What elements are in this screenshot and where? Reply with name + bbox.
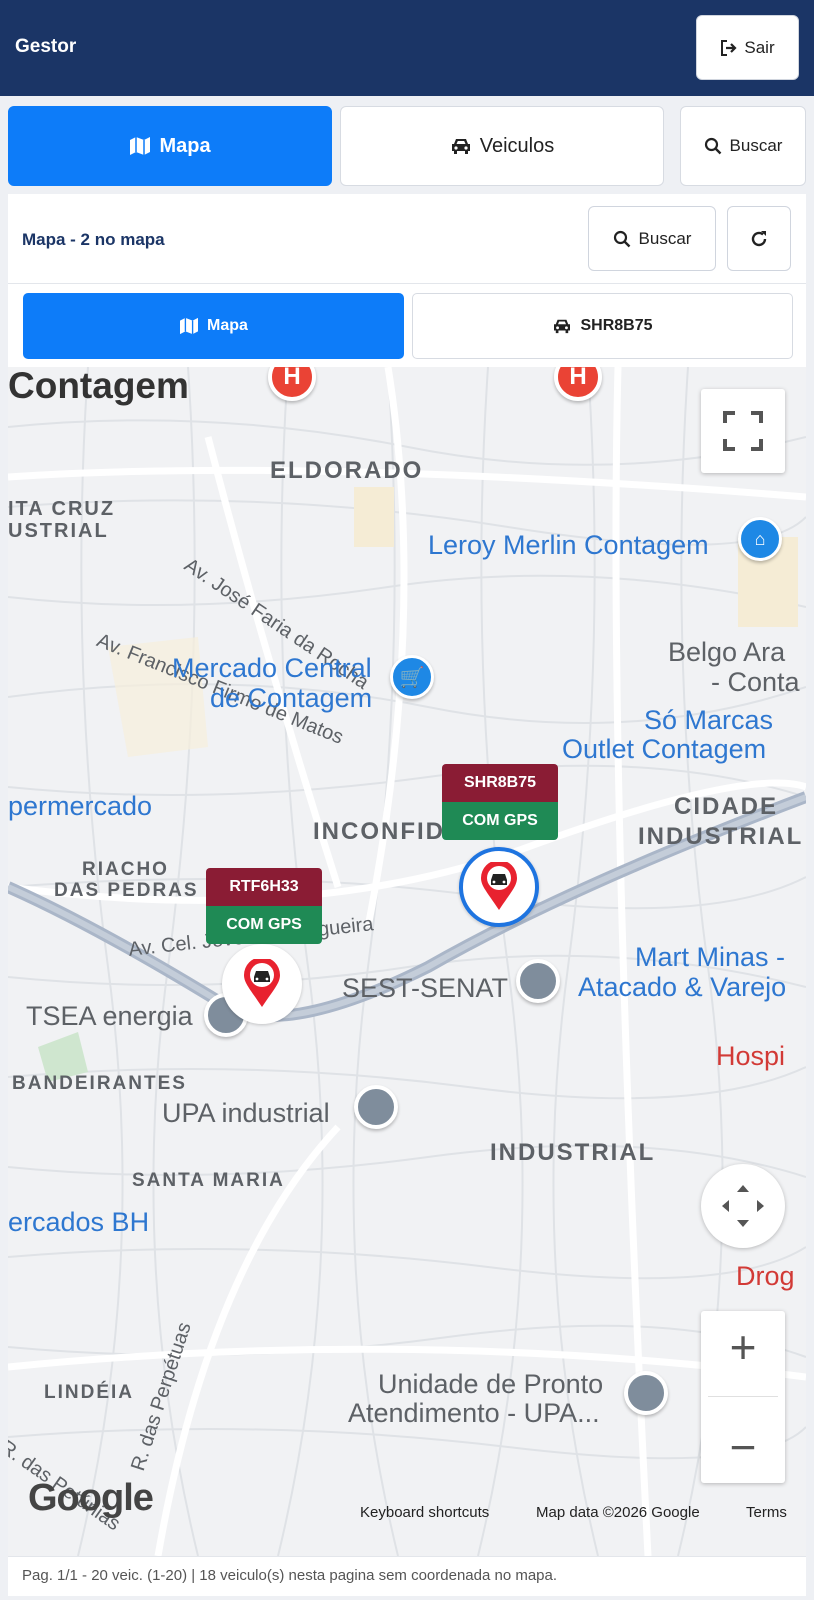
subtab-label: Mapa (207, 317, 248, 334)
zoom-divider (708, 1396, 778, 1398)
place-label: Mercado Central (172, 653, 372, 683)
subtab-label: SHR8B75 (580, 317, 653, 334)
place-pin-icon[interactable] (516, 959, 560, 1003)
fullscreen-icon (723, 411, 763, 451)
google-logo: Google (28, 1477, 154, 1519)
district-label: Contagem (8, 367, 189, 406)
pan-control-button[interactable] (701, 1164, 785, 1248)
car-icon (554, 319, 571, 334)
place-label: ercados BH (8, 1207, 150, 1237)
pagination-footer: Pag. 1/1 - 20 veic. (1-20) | 18 veiculo(… (8, 1556, 806, 1596)
vehicle-plate-tag[interactable]: SHR8B75 (442, 764, 558, 802)
search-label: Buscar (638, 228, 692, 248)
vehicle-gps-tag: COM GPS (442, 802, 558, 840)
terms-link[interactable]: Terms (746, 1504, 787, 1521)
logout-icon (721, 39, 737, 56)
map-icon (180, 317, 199, 335)
place-label: Belgo Ara (668, 637, 786, 667)
place-pin-icon[interactable] (354, 1085, 398, 1129)
car-pin-icon (244, 959, 280, 1007)
vehicle-marker[interactable] (222, 944, 302, 1024)
tab-mapa[interactable]: Mapa (8, 106, 332, 186)
search-icon (704, 137, 721, 155)
place-label: Leroy Merlin Contagem (428, 530, 709, 560)
district-label: DAS PEDRAS (54, 880, 199, 901)
panel-title: Mapa - 2 no mapa (22, 230, 165, 249)
zoom-out-button[interactable]: − (730, 1424, 757, 1470)
place-label: - Conta (711, 667, 800, 697)
place-label: Unidade de Pronto (378, 1369, 604, 1399)
fullscreen-button[interactable] (701, 389, 785, 473)
vehicle-marker[interactable] (459, 847, 539, 927)
vehicle-plate-tag[interactable]: RTF6H33 (206, 868, 322, 906)
car-icon (451, 139, 470, 154)
subtab-mapa[interactable]: Mapa (23, 293, 404, 359)
district-label: USTRIAL (8, 520, 109, 542)
place-label: de Contagem (210, 683, 373, 713)
district-label: BANDEIRANTES (12, 1073, 187, 1094)
map-data-attribution: Map data ©2026 Google (536, 1504, 700, 1521)
top-bar: Gestor Sair (0, 0, 814, 96)
place-pin-icon[interactable] (624, 1371, 668, 1415)
tab-label: Veiculos (479, 134, 555, 157)
place-label: Drog (736, 1261, 795, 1291)
logout-label: Sair (744, 37, 775, 57)
search-icon (613, 230, 630, 247)
district-label: CIDADE (674, 793, 779, 820)
place-label: SEST-SENAT (342, 973, 509, 1003)
search-button[interactable]: Buscar (588, 206, 716, 271)
tab-buscar[interactable]: Buscar (680, 106, 806, 186)
car-pin-icon (481, 862, 517, 910)
district-label: INDUSTRIAL (638, 823, 804, 850)
subtab-vehicle[interactable]: SHR8B75 (412, 293, 793, 359)
tab-label: Buscar (729, 136, 783, 155)
district-label: ELDORADO (270, 457, 424, 484)
refresh-button[interactable] (727, 206, 791, 271)
pagination-status: Pag. 1/1 - 20 veic. (1-20) | 18 veiculo(… (22, 1567, 558, 1584)
logout-button[interactable]: Sair (696, 15, 799, 80)
map-view[interactable]: Contagem ELDORADO ITA CRUZ USTRIAL INCON… (8, 367, 806, 1556)
place-label: Atacado & Varejo (578, 972, 787, 1002)
place-label: Só Marcas (644, 705, 774, 735)
place-label: Mart Minas - (635, 942, 786, 972)
map-icon (130, 137, 151, 155)
zoom-in-button[interactable]: + (730, 1324, 757, 1370)
district-label: LINDÉIA (44, 1382, 134, 1403)
keyboard-shortcuts-link[interactable]: Keyboard shortcuts (360, 1504, 489, 1521)
shopping-bag-pin-icon[interactable]: ⌂ (738, 517, 782, 561)
refresh-icon (751, 230, 767, 246)
place-label: Outlet Contagem (562, 734, 767, 764)
vehicle-gps-tag: COM GPS (206, 906, 322, 944)
divider (8, 283, 806, 284)
shopping-cart-pin-icon[interactable]: 🛒 (390, 655, 434, 699)
place-label: Atendimento - UPA... (348, 1398, 600, 1428)
zoom-control: + − (701, 1311, 785, 1483)
district-label: ITA CRUZ (8, 498, 116, 520)
place-label: permercado (8, 791, 153, 821)
place-label: TSEA energia (26, 1001, 193, 1031)
tab-veiculos[interactable]: Veiculos (340, 106, 664, 186)
place-label: UPA industrial (162, 1098, 330, 1128)
tab-label: Mapa (159, 134, 211, 157)
app-title: Gestor (15, 36, 77, 57)
district-label: INDUSTRIAL (490, 1139, 656, 1166)
district-label: RIACHO (82, 859, 169, 880)
district-label: SANTA MARIA (132, 1170, 285, 1191)
pan-arrows-icon (722, 1185, 764, 1227)
place-label: Hospi (716, 1041, 786, 1071)
